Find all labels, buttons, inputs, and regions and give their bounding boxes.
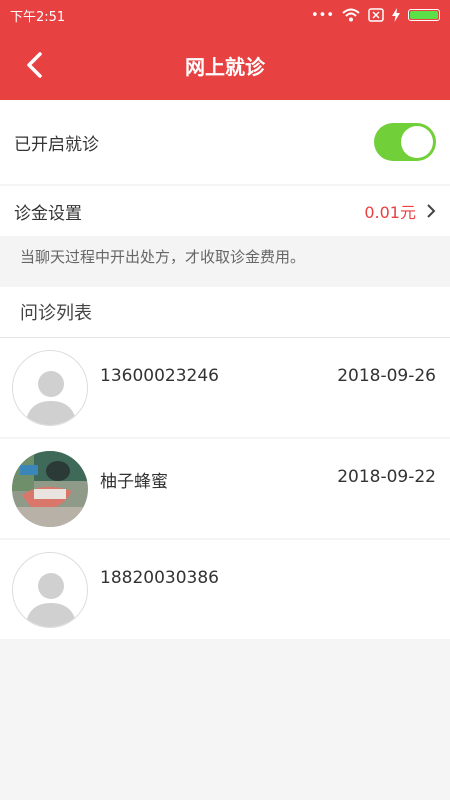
status-time: 下午2:51 (10, 9, 66, 25)
status-icons: ••• (311, 8, 440, 23)
status-bar: 下午2:51 ••• (0, 0, 450, 30)
app-bar: 网上就诊 (0, 30, 450, 100)
fee-value: 0.01元 (364, 203, 416, 222)
default-avatar-icon (12, 552, 88, 628)
fee-setting-right: 0.01元 (364, 199, 436, 223)
list-item[interactable]: 13600023246 2018-09-26 (0, 338, 450, 439)
battery-icon (408, 9, 440, 21)
toggle-knob (401, 126, 433, 158)
fee-setting-row[interactable]: 诊金设置 0.01元 (0, 186, 450, 236)
enable-consult-row: 已开启就诊 (0, 100, 450, 184)
default-avatar-icon (12, 350, 88, 426)
list-item[interactable]: 18820030386 (0, 540, 450, 641)
page-title: 网上就诊 (185, 54, 265, 79)
fee-setting-label: 诊金设置 (14, 203, 82, 224)
wifi-icon (342, 8, 360, 22)
list-item-date: 2018-09-22 (337, 467, 436, 487)
fee-hint: 当聊天过程中开出处方，才收取诊金费用。 (0, 236, 450, 286)
chevron-right-icon (427, 204, 436, 218)
no-sim-icon (368, 8, 384, 22)
photo-avatar-icon (12, 451, 88, 527)
list-title: 问诊列表 (0, 287, 450, 338)
list-item-name: 柚子蜂蜜 (100, 472, 168, 492)
enable-consult-label: 已开启就诊 (14, 134, 99, 155)
list-item[interactable]: 柚子蜂蜜 2018-09-22 (0, 439, 450, 540)
more-dots-icon: ••• (310, 7, 334, 23)
list-item-date: 2018-09-26 (337, 366, 436, 386)
list-item-name: 13600023246 (100, 366, 219, 386)
charging-icon (392, 8, 400, 22)
back-arrow-icon[interactable] (22, 51, 50, 79)
list-item-name: 18820030386 (100, 568, 219, 588)
enable-consult-toggle[interactable] (374, 123, 436, 161)
consult-list: 13600023246 2018-09-26 柚子蜂蜜 2018-09-22 1… (0, 338, 450, 641)
